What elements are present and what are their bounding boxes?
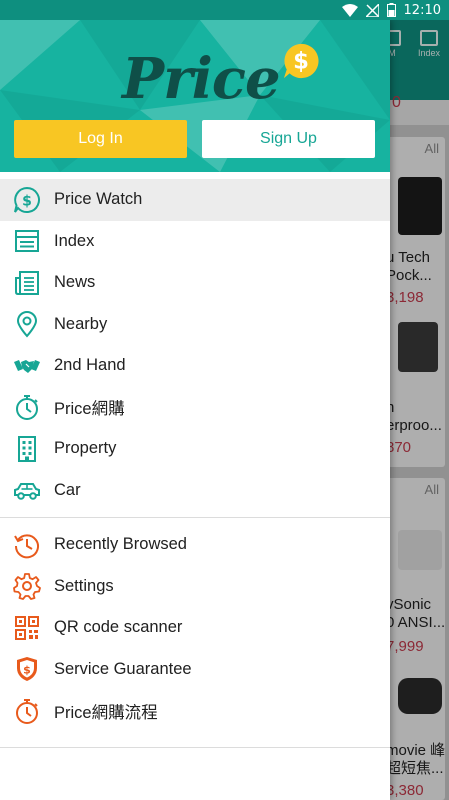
stopwatch-icon <box>0 697 54 725</box>
signup-button[interactable]: Sign Up <box>202 120 375 158</box>
menu-item-label: News <box>54 273 96 292</box>
wifi-icon <box>341 3 358 17</box>
menu-item-car[interactable]: Car <box>0 470 390 512</box>
menu-item-label: Property <box>54 439 117 458</box>
handshake-icon <box>0 352 54 380</box>
menu-item-label: Price網購 <box>54 400 125 419</box>
menu-item-price-watch[interactable]: $ Price Watch <box>0 179 390 221</box>
menu-item-label: Index <box>54 231 95 250</box>
menu-item-label: Price網購流程 <box>54 703 158 722</box>
drawer-menu: $ Price Watch Index News Nearby 2nd Hand… <box>0 172 390 732</box>
car-icon <box>0 476 54 504</box>
menu-item-label: 2nd Hand <box>54 356 126 375</box>
menu-item-label: Nearby <box>54 314 108 333</box>
no-signal-icon <box>365 3 379 17</box>
menu-item-news[interactable]: News <box>0 262 390 304</box>
price-logo: Price $ <box>122 43 320 112</box>
menu-item-nearby[interactable]: Nearby <box>0 304 390 346</box>
menu-item-settings[interactable]: Settings <box>0 566 390 608</box>
menu-item-price-shopping-process[interactable]: Price網購流程 <box>0 690 390 732</box>
qr-code-icon <box>0 614 54 642</box>
dollar-badge-icon: $ <box>283 43 319 79</box>
location-pin-icon <box>0 310 54 338</box>
login-button[interactable]: Log In <box>14 120 187 158</box>
menu-item-qr-code-scanner[interactable]: QR code scanner <box>0 607 390 649</box>
menu-item-label: Recently Browsed <box>54 535 187 554</box>
index-icon <box>0 227 54 255</box>
status-bar: 12:10 <box>0 0 449 20</box>
svg-text:$: $ <box>22 193 32 209</box>
menu-item-label: Service Guarantee <box>54 659 192 678</box>
battery-icon <box>386 3 396 17</box>
menu-item-label: Settings <box>54 576 114 595</box>
menu-item-label: Price Watch <box>54 190 143 209</box>
gear-icon <box>0 572 54 601</box>
history-icon <box>0 531 54 559</box>
menu-item-2nd-hand[interactable]: 2nd Hand <box>0 345 390 387</box>
menu-item-label: QR code scanner <box>54 618 183 637</box>
price-watch-icon: $ <box>0 186 54 214</box>
menu-item-label: Car <box>54 480 81 499</box>
stopwatch-icon <box>0 393 54 421</box>
news-icon <box>0 269 54 297</box>
svg-text:$: $ <box>23 664 31 677</box>
clock: 12:10 <box>403 2 441 18</box>
navigation-drawer: Price $ Log In Sign Up $ Price Watch Ind… <box>0 20 390 800</box>
drawer-header: Price $ Log In Sign Up <box>0 20 390 172</box>
menu-item-service-guarantee[interactable]: $ Service Guarantee <box>0 649 390 691</box>
menu-item-recently-browsed[interactable]: Recently Browsed <box>0 524 390 566</box>
menu-item-index[interactable]: Index <box>0 221 390 263</box>
building-icon <box>0 435 54 463</box>
menu-item-price-online-shopping[interactable]: Price網購 <box>0 387 390 429</box>
svg-text:$: $ <box>293 49 309 75</box>
menu-divider <box>0 517 390 518</box>
shield-dollar-icon: $ <box>0 655 54 683</box>
menu-item-property[interactable]: Property <box>0 428 390 470</box>
drawer-bottom-divider <box>0 747 390 748</box>
